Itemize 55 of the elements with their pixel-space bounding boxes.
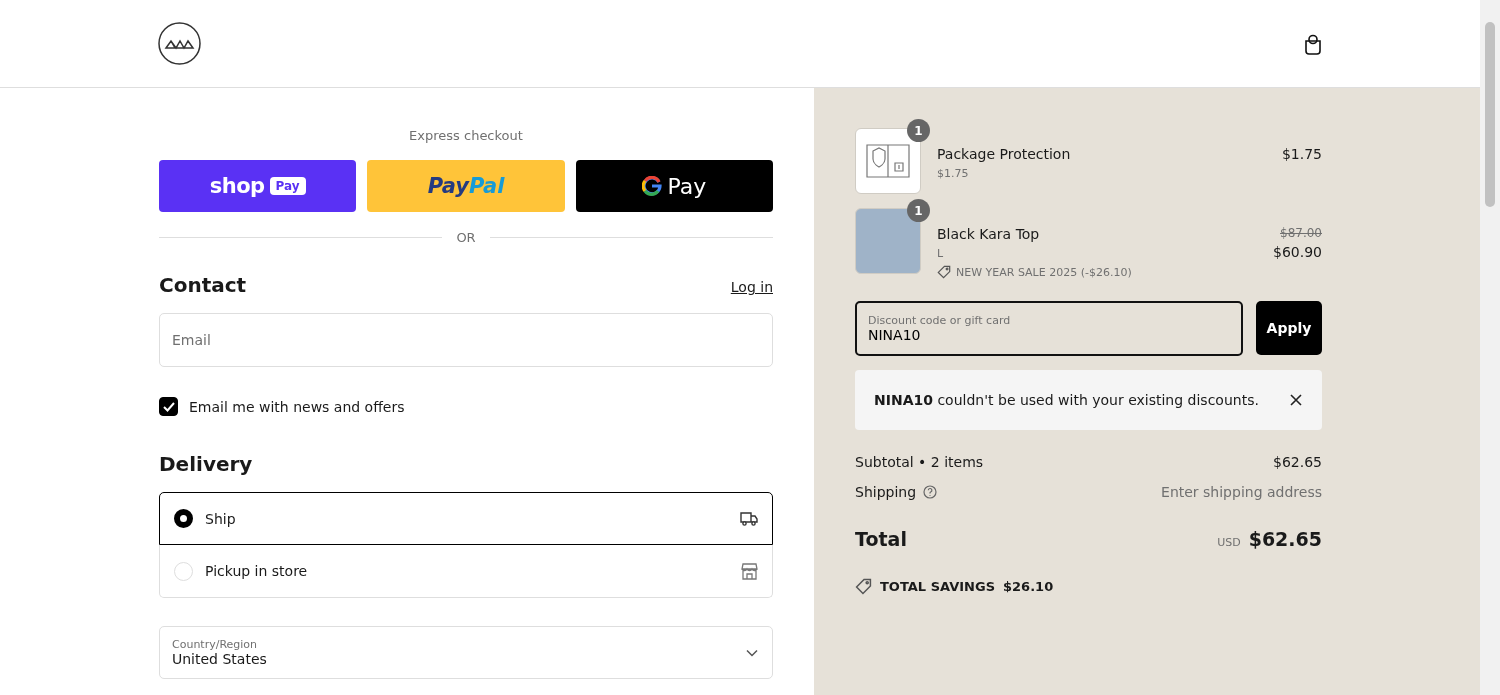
subtotal-value: $62.65 bbox=[1273, 454, 1322, 470]
item-variant: L bbox=[937, 247, 945, 260]
total-savings-value: $26.10 bbox=[1003, 579, 1054, 594]
item-discount: NEW YEAR SALE 2025 (-$26.10) bbox=[956, 265, 1132, 279]
item-name: Package Protection bbox=[937, 146, 1072, 162]
total-savings-label: TOTAL SAVINGS bbox=[880, 579, 995, 594]
shipping-value: Enter shipping address bbox=[1161, 484, 1322, 500]
quantity-badge: 1 bbox=[907, 119, 930, 142]
check-icon bbox=[162, 401, 175, 412]
google-g-logo bbox=[642, 176, 663, 196]
total-value: $62.65 bbox=[1248, 528, 1322, 550]
log-in-link[interactable]: Log in bbox=[730, 279, 773, 295]
delivery-option[interactable]: Ship bbox=[159, 492, 773, 545]
item-name: Black Kara Top bbox=[937, 226, 1041, 242]
scrollbar[interactable] bbox=[1480, 0, 1500, 695]
discount-error-message: NINA10 couldn't be used with your existing discounts. bbox=[874, 392, 1259, 408]
mountain-logo[interactable] bbox=[158, 22, 201, 65]
total-label: Total bbox=[855, 528, 907, 550]
package-protection-image bbox=[855, 128, 921, 194]
truck-icon bbox=[740, 511, 758, 526]
tag-icon bbox=[937, 265, 951, 279]
selected-country: United States bbox=[172, 651, 268, 667]
photo-placeholder bbox=[855, 208, 921, 274]
country-select[interactable]: Country/Region United States bbox=[159, 626, 773, 679]
original-price: $87.00 bbox=[1280, 226, 1322, 240]
close-icon[interactable] bbox=[1290, 394, 1302, 406]
quantity-badge: 1 bbox=[907, 199, 930, 222]
email-field[interactable]: Email bbox=[159, 313, 773, 367]
discount-code-field[interactable]: Discount code or gift card NINA10 bbox=[855, 301, 1243, 356]
google-pay-button[interactable]: Pay bbox=[575, 160, 773, 212]
field-label: Discount code or gift card bbox=[868, 314, 1012, 327]
store-icon bbox=[741, 562, 758, 580]
help-icon[interactable] bbox=[923, 485, 938, 499]
delivery-heading: Delivery bbox=[159, 452, 253, 476]
chevron-down-icon bbox=[746, 648, 758, 657]
apply-button[interactable]: Apply bbox=[1256, 301, 1322, 355]
item-variant: $1.75 bbox=[937, 167, 970, 180]
contact-heading: Contact bbox=[159, 273, 247, 297]
newsletter-label: Email me with news and offers bbox=[189, 398, 405, 415]
express-checkout-title: Express checkout bbox=[408, 128, 524, 143]
field-label: Country/Region bbox=[172, 638, 259, 651]
or-divider-label: OR bbox=[456, 230, 476, 245]
paypal-button[interactable]: PayPal bbox=[367, 160, 565, 212]
shipping-label: Shipping bbox=[855, 484, 917, 500]
item-price: $60.90 bbox=[1273, 244, 1322, 260]
item-price: $1.75 bbox=[1281, 146, 1322, 162]
discount-code-input[interactable]: NINA10 bbox=[868, 327, 1230, 343]
newsletter-checkbox[interactable] bbox=[159, 397, 178, 416]
subtotal-label: Subtotal • 2 items bbox=[855, 454, 984, 470]
tag-icon bbox=[855, 578, 872, 595]
currency-code: USD bbox=[1217, 536, 1241, 549]
shop-pay-button[interactable]: shop Pay bbox=[159, 160, 357, 212]
delivery-option[interactable]: Pickup in store bbox=[159, 545, 773, 598]
radio-button[interactable] bbox=[174, 509, 193, 528]
shopping-bag-icon[interactable] bbox=[1304, 32, 1322, 55]
